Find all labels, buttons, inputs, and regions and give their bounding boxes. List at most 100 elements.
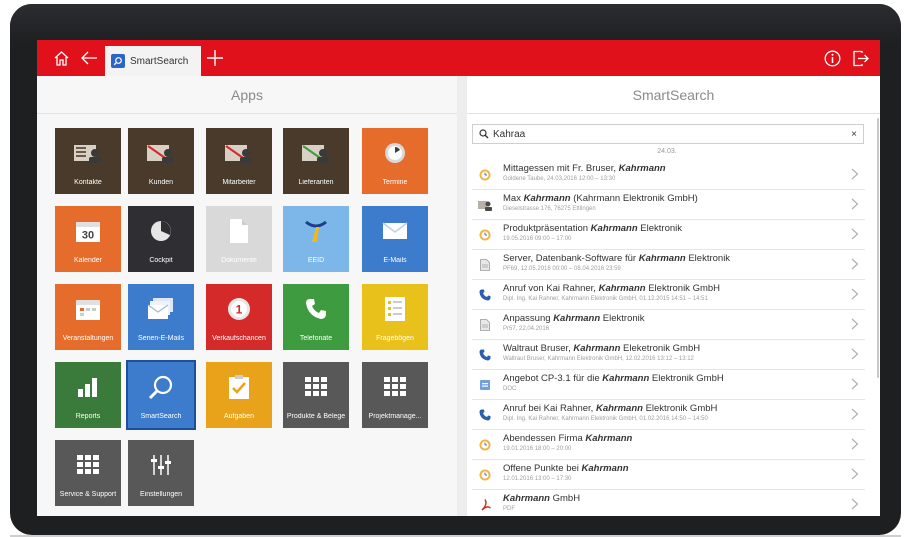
result-row[interactable]: Produktpräsentation Kahrmann Elektronik 1… [472, 220, 865, 250]
app-tile-label: Mitarbeiter [222, 178, 256, 186]
info-icon[interactable] [822, 40, 842, 76]
app-tile[interactable]: Kontakte [55, 128, 121, 194]
search-input[interactable] [493, 126, 852, 142]
app-tile-label: Cockpit [149, 256, 173, 264]
result-row[interactable]: Offene Punkte bei Kahrmann 12.01.2016 13:… [472, 460, 865, 490]
search-match-highlight: Kahrmann [638, 253, 686, 264]
appointment-icon [478, 468, 492, 482]
offer-icon [478, 378, 492, 392]
app-tile[interactable]: Cockpit [128, 206, 194, 272]
events-icon [55, 284, 121, 335]
app-tile[interactable]: Veranstaltungen [55, 284, 121, 350]
eeid-icon [283, 206, 349, 257]
questionnaire-icon [362, 284, 428, 335]
chevron-right-icon [851, 168, 859, 182]
appointments-icon [362, 128, 428, 179]
app-tile[interactable]: Serien-E-Mails [128, 284, 194, 350]
search-match-highlight: Kahrmann [590, 223, 638, 234]
result-row[interactable]: Server, Datenbank-Software für Kahrmann … [472, 250, 865, 280]
result-row[interactable]: Angebot CP-3.1 für die Kahrmann Elektron… [472, 370, 865, 400]
result-title: Server, Datenbank-Software für Kahrmann … [503, 253, 731, 264]
settings-icon [128, 440, 194, 491]
calendar-icon: 30 [55, 206, 121, 257]
result-subtitle: Dipl. Ing. Kai Rahner, Kahrmann Elektron… [503, 296, 708, 302]
app-tile-label: Projektmanage... [368, 412, 422, 420]
search-match-highlight: Kahrmann [585, 433, 633, 444]
result-row[interactable]: Abendessen Firma Kahrmann 19.01.2016 18:0… [472, 430, 865, 460]
smartsearch-pane: SmartSearch × 24.03. Mittagessen mit Fr.… [467, 76, 880, 516]
appointment-icon [478, 168, 492, 182]
app-tile[interactable]: Projektmanage... [362, 362, 428, 428]
back-arrow-icon[interactable] [79, 40, 99, 76]
app-tile-label: Einstellungen [139, 490, 183, 498]
result-title: Abendessen Firma Kahrmann [503, 433, 633, 444]
chevron-right-icon [851, 198, 859, 212]
svg-text:1: 1 [236, 303, 243, 317]
clear-search-icon[interactable]: × [851, 129, 857, 140]
result-subtitle: DOC [503, 386, 517, 392]
result-subtitle: PF69, 12.05.2016 00:00 – 08.04.2016 23:5… [503, 266, 621, 272]
result-subtitle: 19.05.2016 09:00 – 17:00 [503, 236, 572, 242]
logout-icon[interactable] [850, 40, 870, 76]
result-row[interactable]: Anruf bei Kai Rahner, Kahrmann Elektroni… [472, 400, 865, 430]
tab-smartsearch[interactable]: SmartSearch [105, 46, 201, 76]
app-tile[interactable]: SmartSearch [126, 360, 196, 430]
suppliers-icon [283, 128, 349, 179]
result-title: Mittagessen mit Fr. Bruser, Kahrmann [503, 163, 666, 174]
app-tile[interactable]: Lieferanten [283, 128, 349, 194]
search-icon [111, 54, 125, 68]
app-tile[interactable]: Dokumente [206, 206, 272, 272]
customers-icon [128, 128, 194, 179]
app-tile-label: Kunden [148, 178, 174, 186]
add-tab-icon[interactable] [205, 40, 225, 76]
search-icon [479, 129, 489, 139]
app-tile[interactable]: E-Mails [362, 206, 428, 272]
contact-icon [478, 198, 492, 212]
appointment-icon [478, 228, 492, 242]
app-tile[interactable]: Aufgaben [206, 362, 272, 428]
chevron-right-icon [851, 438, 859, 452]
chevron-right-icon [851, 468, 859, 482]
app-tile[interactable]: Reports [55, 362, 121, 428]
app-tile-label: Verkaufschancen [212, 334, 266, 342]
app-tile[interactable]: Einstellungen [128, 440, 194, 506]
app-tile[interactable]: Mitarbeiter [206, 128, 272, 194]
app-tile[interactable]: Kunden [128, 128, 194, 194]
sales-opportunities-icon: 1 [206, 284, 272, 335]
app-tile[interactable]: Produkte & Belege [283, 362, 349, 428]
result-row[interactable]: Mittagessen mit Fr. Bruser, Kahrmann Gold… [472, 160, 865, 190]
app-tile[interactable]: Telefonate [283, 284, 349, 350]
app-tile[interactable]: 30 Kalender [55, 206, 121, 272]
products-icon [283, 362, 349, 413]
result-row[interactable]: Anruf von Kai Rahner, Kahrmann Elektroni… [472, 280, 865, 310]
app-tile[interactable]: Termine [362, 128, 428, 194]
appointment-icon [478, 438, 492, 452]
result-row[interactable]: Waltraut Bruser, Kahrmann Eleketronik Gm… [472, 340, 865, 370]
app-tile-label: Kontakte [74, 178, 102, 186]
result-row[interactable]: Kahrmann GmbH PDF [472, 490, 865, 516]
app-tile[interactable]: 1 Verkaufschancen [206, 284, 272, 350]
phone-icon [478, 288, 492, 302]
result-row[interactable]: Anpassung Kahrmann Elektronik Pr57, 22.04… [472, 310, 865, 340]
app-tile[interactable]: EEID [283, 206, 349, 272]
smartsearch-title: SmartSearch [467, 76, 880, 114]
phone-icon [478, 348, 492, 362]
chevron-right-icon [851, 228, 859, 242]
result-subtitle: 12.01.2016 13:00 – 17:30 [503, 476, 572, 482]
app-tile[interactable]: Fragebögen [362, 284, 428, 350]
cockpit-icon [128, 206, 194, 257]
app-tile-label: E-Mails [383, 256, 407, 264]
search-match-highlight: Kahrmann [595, 403, 643, 414]
result-row[interactable]: Max Kahrmann (Kahrmann Elektronik GmbH) D… [472, 190, 865, 220]
search-icon [128, 362, 194, 413]
result-title: Max Kahrmann (Kahrmann Elektronik GmbH) [503, 193, 698, 204]
home-icon[interactable] [51, 40, 71, 76]
app-tile-label: Termine [382, 178, 408, 186]
device-bezel-top [10, 4, 901, 44]
app-tile-label: Aufgaben [224, 412, 254, 420]
employees-icon [206, 128, 272, 179]
app-tile[interactable]: Service & Support [55, 440, 121, 506]
results-scrollbar[interactable] [877, 118, 879, 378]
result-subtitle: Goldene Taube, 24.03.2016 12:00 – 13:30 [503, 176, 616, 182]
app-tile-label: Serien-E-Mails [138, 334, 184, 342]
